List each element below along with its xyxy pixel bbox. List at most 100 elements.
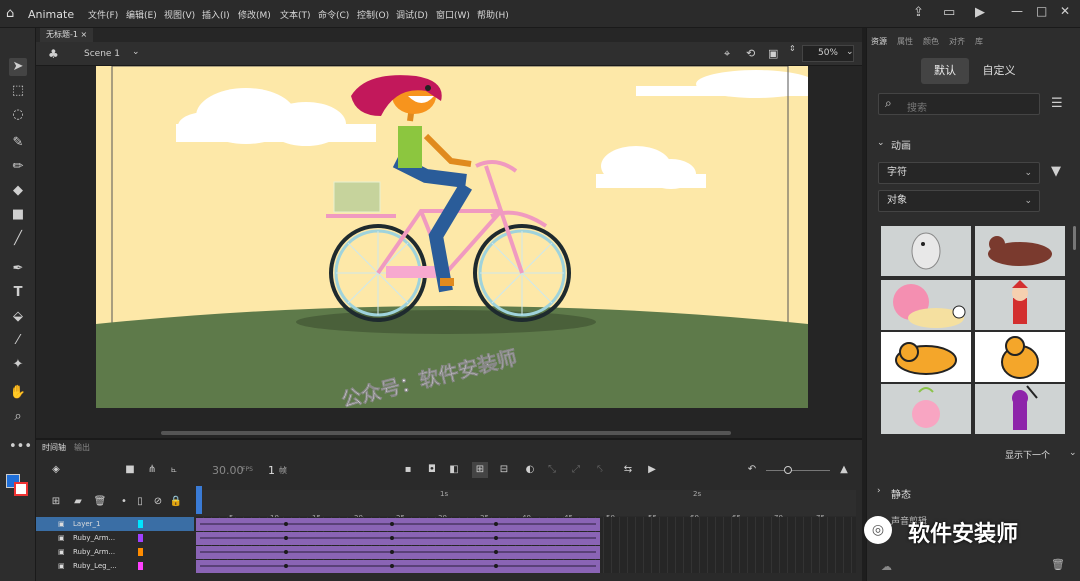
layer-row[interactable]: ▣ Ruby_Arm... xyxy=(36,531,194,545)
layer-name[interactable]: Ruby_Arm... xyxy=(73,545,115,559)
tab-assets[interactable]: 资源 xyxy=(871,36,887,47)
menu-view[interactable]: 视图(V) xyxy=(164,8,195,21)
lasso-tool-icon[interactable]: ◌ xyxy=(9,106,27,124)
layer-name[interactable]: Layer_1 xyxy=(73,517,100,531)
cloud-icon[interactable]: ☁ xyxy=(881,560,892,573)
camera-icon[interactable]: ■ xyxy=(122,462,138,478)
layer-color-swatch[interactable] xyxy=(138,534,143,542)
zoom-tool-icon[interactable]: ⌕ xyxy=(9,408,27,426)
graph-icon[interactable]: ⦜ xyxy=(166,462,182,478)
delete-layer-icon[interactable]: 🗑 xyxy=(92,494,108,510)
frame-span[interactable] xyxy=(196,518,600,531)
asset-thumbnail-wolf[interactable] xyxy=(975,226,1065,276)
section-animation[interactable]: 动画 xyxy=(891,137,911,152)
frame-span[interactable] xyxy=(196,546,600,559)
rotate-icon[interactable]: ⟲ xyxy=(746,47,755,60)
pin-tool-icon[interactable]: ✦ xyxy=(9,356,27,374)
hand-tool-icon[interactable]: ✋ xyxy=(9,384,27,402)
minimize-icon[interactable]: — xyxy=(1011,4,1023,18)
search-input[interactable]: ⌕ 搜索 xyxy=(878,93,1040,115)
fps-value[interactable]: 30.00 xyxy=(212,464,244,477)
home-icon[interactable]: ⌂ xyxy=(6,6,14,21)
scene-name[interactable]: Scene 1 xyxy=(84,49,120,59)
text-tool-icon[interactable]: T xyxy=(9,284,27,302)
chevron-down-icon[interactable]: ⌄ xyxy=(132,47,140,57)
frame-span[interactable] xyxy=(196,560,600,573)
tab-color[interactable]: 颜色 xyxy=(923,36,939,47)
layer-color-swatch[interactable] xyxy=(138,562,143,570)
clip-icon[interactable]: ▣ xyxy=(768,47,778,60)
menu-insert[interactable]: 插入(I) xyxy=(202,8,230,21)
hide-layer-icon[interactable]: ⊘ xyxy=(150,494,166,510)
default-toggle-button[interactable]: 默认 xyxy=(921,58,969,84)
tab-library[interactable]: 库 xyxy=(975,36,983,47)
eraser-tool-icon[interactable]: ◆ xyxy=(9,182,27,200)
loop-playback-icon[interactable]: ⇆ xyxy=(620,462,636,478)
paint-bucket-icon[interactable]: ⬙ xyxy=(9,308,27,326)
menu-file[interactable]: 文件(F) xyxy=(88,8,118,21)
layer-row[interactable]: ▣ Ruby_Arm... xyxy=(36,545,194,559)
asset-thumbnail-snail[interactable] xyxy=(881,280,971,330)
scene-icon[interactable]: ♣ xyxy=(48,47,59,61)
menu-modify[interactable]: 修改(M) xyxy=(238,8,271,21)
lock-icon[interactable]: 🔒 xyxy=(168,494,184,510)
stage-canvas[interactable]: 公众号：软件安装师 xyxy=(96,66,808,408)
layer-name[interactable]: Ruby_Leg_... xyxy=(73,559,117,573)
loop-icon[interactable]: ⤡ xyxy=(544,462,560,478)
layer-parenting-icon[interactable]: ⋔ xyxy=(144,462,160,478)
tab-properties[interactable]: 属性 xyxy=(897,36,913,47)
tab-align[interactable]: 对齐 xyxy=(949,36,965,47)
menu-control[interactable]: 控制(O) xyxy=(357,8,389,21)
more-tools-icon[interactable]: ••• xyxy=(9,438,32,456)
insert-keyframe-icon[interactable]: ◘ xyxy=(424,462,440,478)
outline-layer-icon[interactable]: ▯ xyxy=(132,494,148,510)
asset-thumbnail-mummy[interactable] xyxy=(881,226,971,276)
thumbnails-scrollbar[interactable] xyxy=(1073,226,1076,250)
show-next-link[interactable]: 显示下一个 xyxy=(1005,448,1050,461)
frame-value[interactable]: 1 xyxy=(268,464,275,477)
section-static[interactable]: 静态 xyxy=(891,486,911,501)
first-frame-icon[interactable]: ▪ xyxy=(400,462,416,478)
delete-frame-icon[interactable]: ⊟ xyxy=(496,462,512,478)
menu-help[interactable]: 帮助(H) xyxy=(477,8,509,21)
menu-command[interactable]: 命令(C) xyxy=(318,8,349,21)
undo-icon[interactable]: ↶ xyxy=(744,462,760,478)
play-icon[interactable]: ▶ xyxy=(644,462,660,478)
zoom-stepper-icon[interactable]: ⇕ xyxy=(789,44,796,53)
asset-thumbnail-ninja[interactable] xyxy=(975,384,1065,434)
zoom-dropdown-icon[interactable]: ⌄ xyxy=(846,47,854,57)
delete-asset-icon[interactable]: 🗑 xyxy=(1051,558,1065,571)
new-folder-icon[interactable]: ▰ xyxy=(70,494,86,510)
menu-debug[interactable]: 调试(D) xyxy=(396,8,428,21)
list-view-icon[interactable]: ☰ xyxy=(1051,96,1063,111)
screen-icon[interactable]: ▭ xyxy=(943,5,955,20)
filter-icon[interactable]: ▼ xyxy=(1051,164,1061,179)
edit-multiple-icon[interactable]: ⤢ xyxy=(568,462,584,478)
menu-edit[interactable]: 编辑(E) xyxy=(126,8,157,21)
playhead[interactable] xyxy=(196,486,202,514)
highlight-layer-icon[interactable]: • xyxy=(116,494,132,510)
tab-output[interactable]: 输出 xyxy=(74,442,90,453)
zoom-slider[interactable] xyxy=(766,470,830,471)
share-icon[interactable]: ⇪ xyxy=(913,5,924,20)
tab-timeline[interactable]: 时间轴 xyxy=(42,442,66,453)
line-tool-icon[interactable]: ╱ xyxy=(9,230,27,248)
rectangle-tool-icon[interactable]: ■ xyxy=(9,206,27,224)
layer-color-swatch[interactable] xyxy=(138,548,143,556)
menu-text[interactable]: 文本(T) xyxy=(280,8,311,21)
maximize-icon[interactable]: □ xyxy=(1036,4,1047,18)
close-icon[interactable]: ✕ xyxy=(1060,4,1070,18)
close-tab-icon[interactable]: × xyxy=(81,30,88,39)
menu-window[interactable]: 窗口(W) xyxy=(436,8,470,21)
asset-thumbnail-pig[interactable] xyxy=(881,384,971,434)
pencil-tool-icon[interactable]: ✏ xyxy=(9,158,27,176)
chevron-down-icon[interactable]: ⌄ xyxy=(1069,448,1077,458)
layer-color-swatch[interactable] xyxy=(138,520,143,528)
document-tab[interactable]: 无标题-1 × xyxy=(40,28,94,42)
mountain-icon[interactable]: ▲ xyxy=(836,462,852,478)
layer-row[interactable]: ▣ Layer_1 xyxy=(36,517,194,531)
center-stage-icon[interactable]: ⌖ xyxy=(724,47,730,61)
pen-tool-icon[interactable]: ✒ xyxy=(9,260,27,278)
insert-frame-icon[interactable]: ⊞ xyxy=(472,462,488,478)
frame-ruler[interactable] xyxy=(196,490,856,516)
